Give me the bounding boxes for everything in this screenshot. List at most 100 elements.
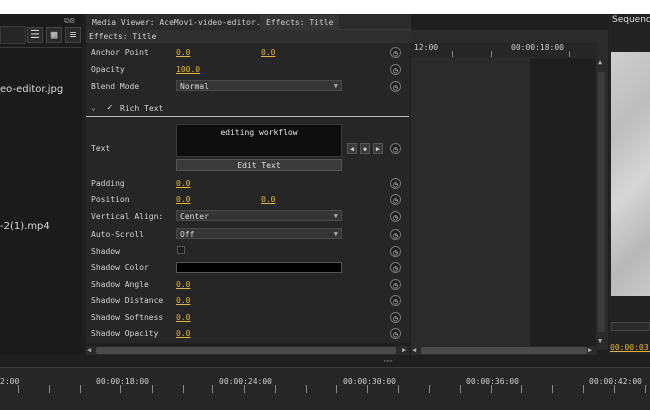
keyframe-clock-icon[interactable]: ◷ [390, 64, 401, 75]
shadow-angle-value[interactable]: 0.0 [176, 280, 190, 289]
auto-scroll-select[interactable]: Off ▼ [176, 228, 342, 239]
timeline-tick [183, 385, 184, 393]
keyframe-clock-icon[interactable]: ◷ [390, 279, 401, 290]
padding-label: Padding [91, 179, 125, 188]
vertical-align-label: Vertical Align: [91, 212, 164, 221]
scrollbar-thumb[interactable] [421, 347, 587, 354]
rich-text-label: Rich Text [120, 104, 164, 113]
shadow-opacity-value[interactable]: 0.0 [176, 329, 190, 338]
timeline-tick [645, 385, 646, 393]
window-top-strip [0, 0, 650, 14]
ruler-tick [569, 51, 570, 57]
timeline-tick [275, 385, 276, 393]
timeline-tick [429, 385, 430, 393]
padding-value[interactable]: 0.0 [176, 179, 190, 188]
next-keyframe-icon[interactable]: ▶ [373, 143, 383, 154]
scroll-up-icon[interactable]: ▲ [598, 58, 602, 66]
effects-panel-header: Effects: Title [86, 30, 411, 43]
list-view-icon[interactable]: ≡ [65, 27, 81, 43]
panel-splitter-handle[interactable]: ⋯⋯ [384, 357, 392, 365]
add-keyframe-icon[interactable]: ◆ [360, 143, 370, 154]
timeline-tick [152, 385, 153, 393]
position-y-value[interactable]: 0.0 [261, 195, 275, 204]
keyframe-vertical-scrollbar[interactable] [597, 58, 606, 346]
anchor-point-y-value[interactable]: 0.0 [261, 48, 275, 57]
keyframe-clock-icon[interactable]: ◷ [390, 328, 401, 339]
sequence-preview-image [611, 52, 650, 296]
effects-horizontal-scrollbar[interactable] [86, 346, 409, 355]
timeline-tick [49, 385, 50, 393]
scroll-left-icon[interactable]: ◀ [87, 346, 91, 354]
keyframe-clock-icon[interactable]: ◷ [390, 246, 401, 257]
shadow-color-swatch[interactable] [176, 262, 342, 273]
opacity-value[interactable]: 100.0 [176, 65, 200, 74]
keyframe-clock-icon[interactable]: ◷ [390, 295, 401, 306]
keyframe-clock-icon[interactable]: ◷ [390, 262, 401, 273]
sequence-scrubber[interactable] [611, 322, 650, 331]
shadow-checkbox[interactable] [177, 246, 185, 254]
scroll-left-icon[interactable]: ◀ [412, 346, 416, 354]
sequence-timecode[interactable]: 00:00:03:0 [610, 343, 650, 352]
project-item-label[interactable]: -2(1).mp4 [0, 221, 50, 232]
ruler-tick [491, 51, 492, 57]
keyframe-clock-icon[interactable]: ◷ [390, 81, 401, 92]
effects-panel-title: Effects: Title [89, 32, 157, 41]
opacity-label: Opacity [91, 65, 125, 74]
chevron-down-icon: ▼ [333, 230, 338, 238]
scroll-right-icon[interactable]: ▶ [402, 346, 406, 354]
timeline-label: 00:00:18:00 [96, 377, 149, 386]
timeline-tick [120, 385, 121, 393]
ruler-label: 12:00 [414, 43, 439, 52]
chevron-down-icon: ▼ [333, 212, 338, 220]
chevron-down-icon: ▼ [333, 82, 338, 90]
blend-mode-select[interactable]: Normal ▼ [176, 80, 342, 91]
shadow-distance-value[interactable]: 0.0 [176, 296, 190, 305]
keyframe-track-area[interactable] [530, 58, 596, 346]
divider [0, 47, 82, 48]
position-x-value[interactable]: 0.0 [176, 195, 190, 204]
text-content-box[interactable]: editing workflow [176, 124, 342, 157]
keyframe-horizontal-scrollbar[interactable] [411, 346, 597, 355]
thumbnail-view-icon[interactable]: ▦ [46, 27, 62, 43]
timeline-tick [491, 385, 492, 393]
scrollbar-thumb[interactable] [598, 72, 605, 332]
timeline-tick [398, 385, 399, 393]
details-view-icon[interactable]: ☰ [27, 27, 43, 43]
anchor-point-label: Anchor Point [91, 48, 149, 57]
text-content: editing workflow [220, 128, 298, 137]
shadow-angle-label: Shadow Angle [91, 280, 149, 289]
tab-media-viewer[interactable]: Media Viewer: AceMovi-video-editor.jpg [86, 15, 283, 30]
project-search-input[interactable] [0, 26, 26, 44]
project-item-label[interactable]: eo-editor.jpg [0, 84, 63, 95]
edit-text-button[interactable]: Edit Text [176, 159, 342, 171]
anchor-point-x-value[interactable]: 0.0 [176, 48, 190, 57]
previous-keyframe-icon[interactable]: ◀ [347, 143, 357, 154]
keyframe-clock-icon[interactable]: ◷ [390, 229, 401, 240]
auto-scroll-label: Auto-Scroll [91, 230, 144, 239]
scroll-right-icon[interactable]: ▶ [588, 346, 592, 354]
timeline-label: 2:00 [0, 377, 20, 386]
timeline-label: 00:00:42:00 [589, 377, 642, 386]
ruler-label: 00:00:18:00 [511, 43, 564, 52]
shadow-softness-label: Shadow Softness [91, 313, 164, 322]
scroll-down-icon[interactable]: ▼ [598, 337, 602, 345]
keyframe-clock-icon[interactable]: ◷ [390, 312, 401, 323]
vertical-align-select[interactable]: Center ▼ [176, 210, 342, 221]
keyframe-clock-icon[interactable]: ◷ [390, 143, 401, 154]
rich-text-check-icon[interactable]: ✓ [107, 103, 112, 113]
timeline-tick [244, 385, 245, 393]
keyframe-clock-icon[interactable]: ◷ [390, 194, 401, 205]
shadow-opacity-label: Shadow Opacity [91, 329, 159, 338]
keyframe-clock-icon[interactable]: ◷ [390, 47, 401, 58]
collapse-chevron-icon[interactable]: ⌄ [91, 103, 96, 112]
dock-float-close-icon[interactable]: ⧉⊠ [64, 16, 75, 26]
scrollbar-thumb[interactable] [96, 347, 396, 354]
keyframe-clock-icon[interactable]: ◷ [390, 211, 401, 222]
shadow-label: Shadow [91, 247, 120, 256]
timeline-tick [306, 385, 307, 393]
keyframe-clock-icon[interactable]: ◷ [390, 178, 401, 189]
text-label: Text [91, 144, 111, 153]
timeline-tick [521, 385, 522, 393]
shadow-softness-value[interactable]: 0.0 [176, 313, 190, 322]
tab-effects-title[interactable]: Effects: Title [260, 15, 340, 30]
